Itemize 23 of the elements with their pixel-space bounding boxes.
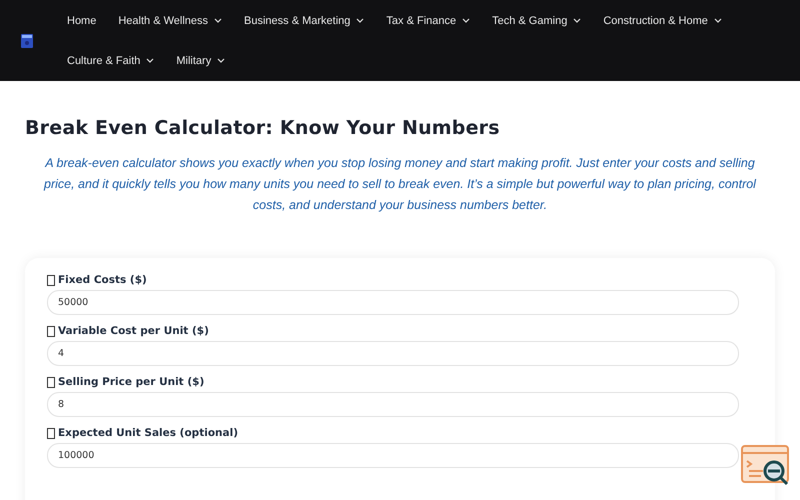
input-field[interactable]: 100000 [47, 443, 739, 468]
logo-icon[interactable] [21, 34, 33, 48]
nav-link[interactable]: Tax & Finance [386, 0, 480, 40]
field-label: Expected Unit Sales (optional) [58, 427, 238, 439]
missing-glyph-icon [47, 274, 55, 286]
missing-glyph-icon [47, 326, 55, 336]
field-label: Variable Cost per Unit ($) [58, 325, 209, 337]
input-field[interactable]: 4 [47, 341, 739, 366]
nav-link[interactable]: Health & Wellness [118, 0, 232, 40]
nav-link[interactable]: Military [176, 40, 236, 80]
missing-glyph-icon [47, 428, 55, 438]
intro-paragraph: A break-even calculator shows you exactly when you stop losing money and start making profit. Just enter your costs and selling price, and it quickly tells you how many units you need to sell to break even. It’s a simple but powerful way to plan pricing, control costs, and understand your business numbers better. [42, 155, 758, 214]
nav-link[interactable]: Culture & Faith [67, 40, 164, 80]
page-title: Break Even Calculator: Know Your Numbers [25, 117, 501, 139]
nav-link[interactable]: Construction & Home [603, 0, 732, 40]
input-field[interactable]: 50000 [47, 290, 739, 315]
nav-link[interactable]: Tech & Gaming [492, 0, 592, 40]
field-label: Selling Price per Unit ($) [58, 376, 204, 388]
missing-glyph-icon [47, 376, 55, 388]
nav-link[interactable]: Home [67, 0, 106, 40]
field-label: Fixed Costs ($) [58, 274, 147, 286]
nav-link[interactable]: Business & Marketing [244, 0, 374, 40]
input-field[interactable]: 8 [47, 392, 739, 417]
